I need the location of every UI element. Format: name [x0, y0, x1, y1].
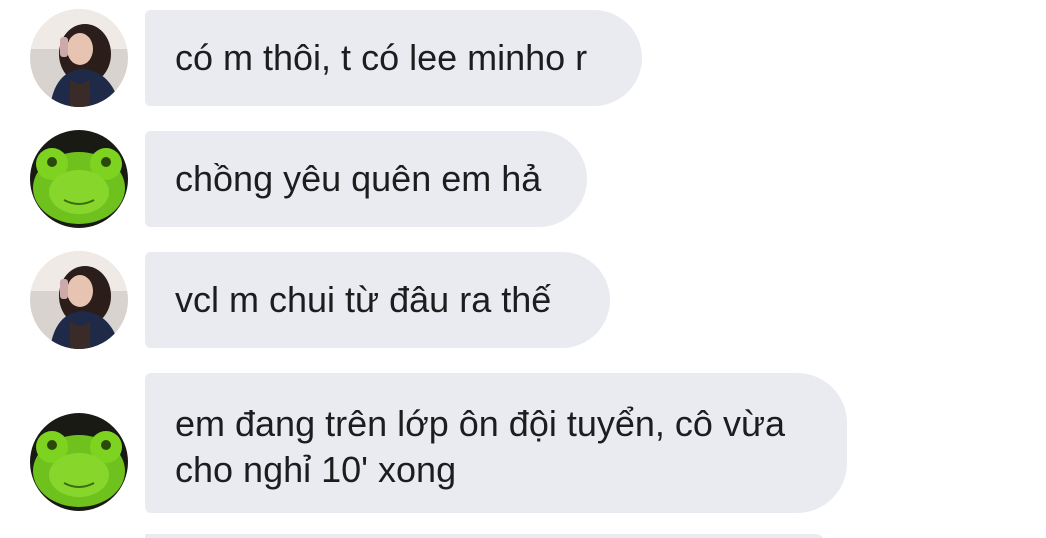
frog-avatar[interactable] — [30, 130, 128, 228]
girl-avatar[interactable] — [30, 251, 128, 349]
chat-thread: có m thôi, t có lee minho r chồng yêu qu… — [0, 0, 1046, 538]
message-text: có m thôi, t có lee minho r — [175, 37, 588, 78]
girl-avatar-image — [30, 251, 128, 349]
message-text-line: em đang trên lớp ôn đội tuyển, cô vừa — [175, 403, 786, 444]
message-bubble[interactable]: chồng yêu quên em hả — [145, 131, 587, 227]
frog-avatar[interactable] — [30, 413, 128, 511]
girl-avatar[interactable] — [30, 9, 128, 107]
girl-avatar-image — [30, 9, 128, 107]
message-bubble[interactable]: em đang trên lớp ôn đội tuyển, cô vừa ch… — [145, 373, 847, 513]
message-text-line: cho nghỉ 10' xong — [175, 449, 457, 490]
message-text: chồng yêu quên em hả — [175, 158, 542, 199]
frog-avatar-image — [30, 130, 128, 228]
message-bubble[interactable]: vcl m chui từ đâu ra thế — [145, 252, 610, 348]
message-bubble-partial — [145, 534, 825, 538]
message-bubble[interactable]: có m thôi, t có lee minho r — [145, 10, 642, 106]
frog-avatar-image — [30, 413, 128, 511]
message-text: vcl m chui từ đâu ra thế — [175, 279, 552, 320]
